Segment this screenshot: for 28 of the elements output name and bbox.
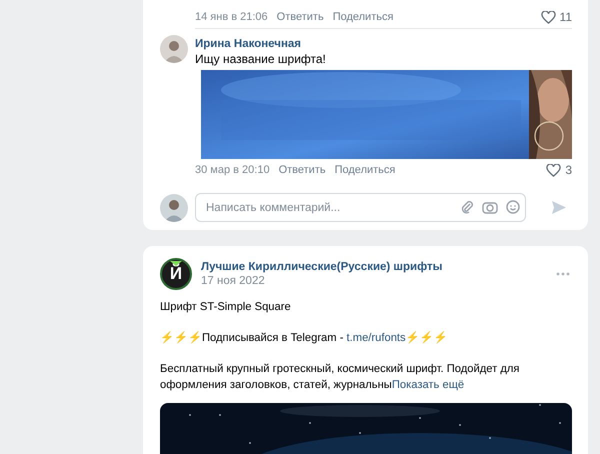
post-date: 17 ноя 2022: [201, 275, 266, 287]
more-icon[interactable]: [556, 272, 570, 276]
like-count: 11: [560, 10, 572, 24]
post-text: Бесплатный крупный гротескный, космический шрифт. Подойдет для оформления заголовков, статей, журнальныПоказать ещё: [160, 362, 520, 393]
like-count: 3: [565, 163, 572, 177]
reply-link[interactable]: Ответить: [278, 164, 326, 176]
avatar: [160, 35, 188, 63]
heart-icon[interactable]: [546, 164, 562, 176]
group-avatar[interactable]: Й: [160, 258, 192, 290]
group-name[interactable]: Лучшие Кириллические(Русские) шрифты: [201, 261, 442, 273]
send-icon[interactable]: [551, 200, 567, 215]
telegram-link[interactable]: t.me/rufonts: [346, 332, 406, 344]
reply-link[interactable]: Ответить: [276, 11, 324, 23]
post-text: Шрифт ST-Simple Square: [160, 300, 292, 315]
share-link[interactable]: Поделиться: [334, 164, 396, 176]
camera-icon[interactable]: [482, 200, 498, 214]
paperclip-icon[interactable]: [460, 200, 474, 214]
comment-time: 14 янв в 21:06: [195, 11, 268, 23]
comment-author[interactable]: Ирина Наконечная: [195, 38, 572, 50]
avatar: [160, 194, 188, 222]
comment-text: Ищу название шрифта!: [195, 52, 327, 66]
heart-icon[interactable]: [540, 10, 556, 24]
show-more-link[interactable]: Показать ещё: [392, 379, 464, 391]
emoji-icon[interactable]: [506, 200, 520, 214]
post-text: ⚡⚡⚡Подписывайся в Telegram - t.me/rufonts⚡⚡⚡: [160, 330, 449, 346]
comment-field[interactable]: Написать комментарий...: [195, 193, 526, 222]
comment-time: 30 мар в 20:10: [195, 164, 270, 176]
share-link[interactable]: Поделиться: [332, 11, 394, 23]
